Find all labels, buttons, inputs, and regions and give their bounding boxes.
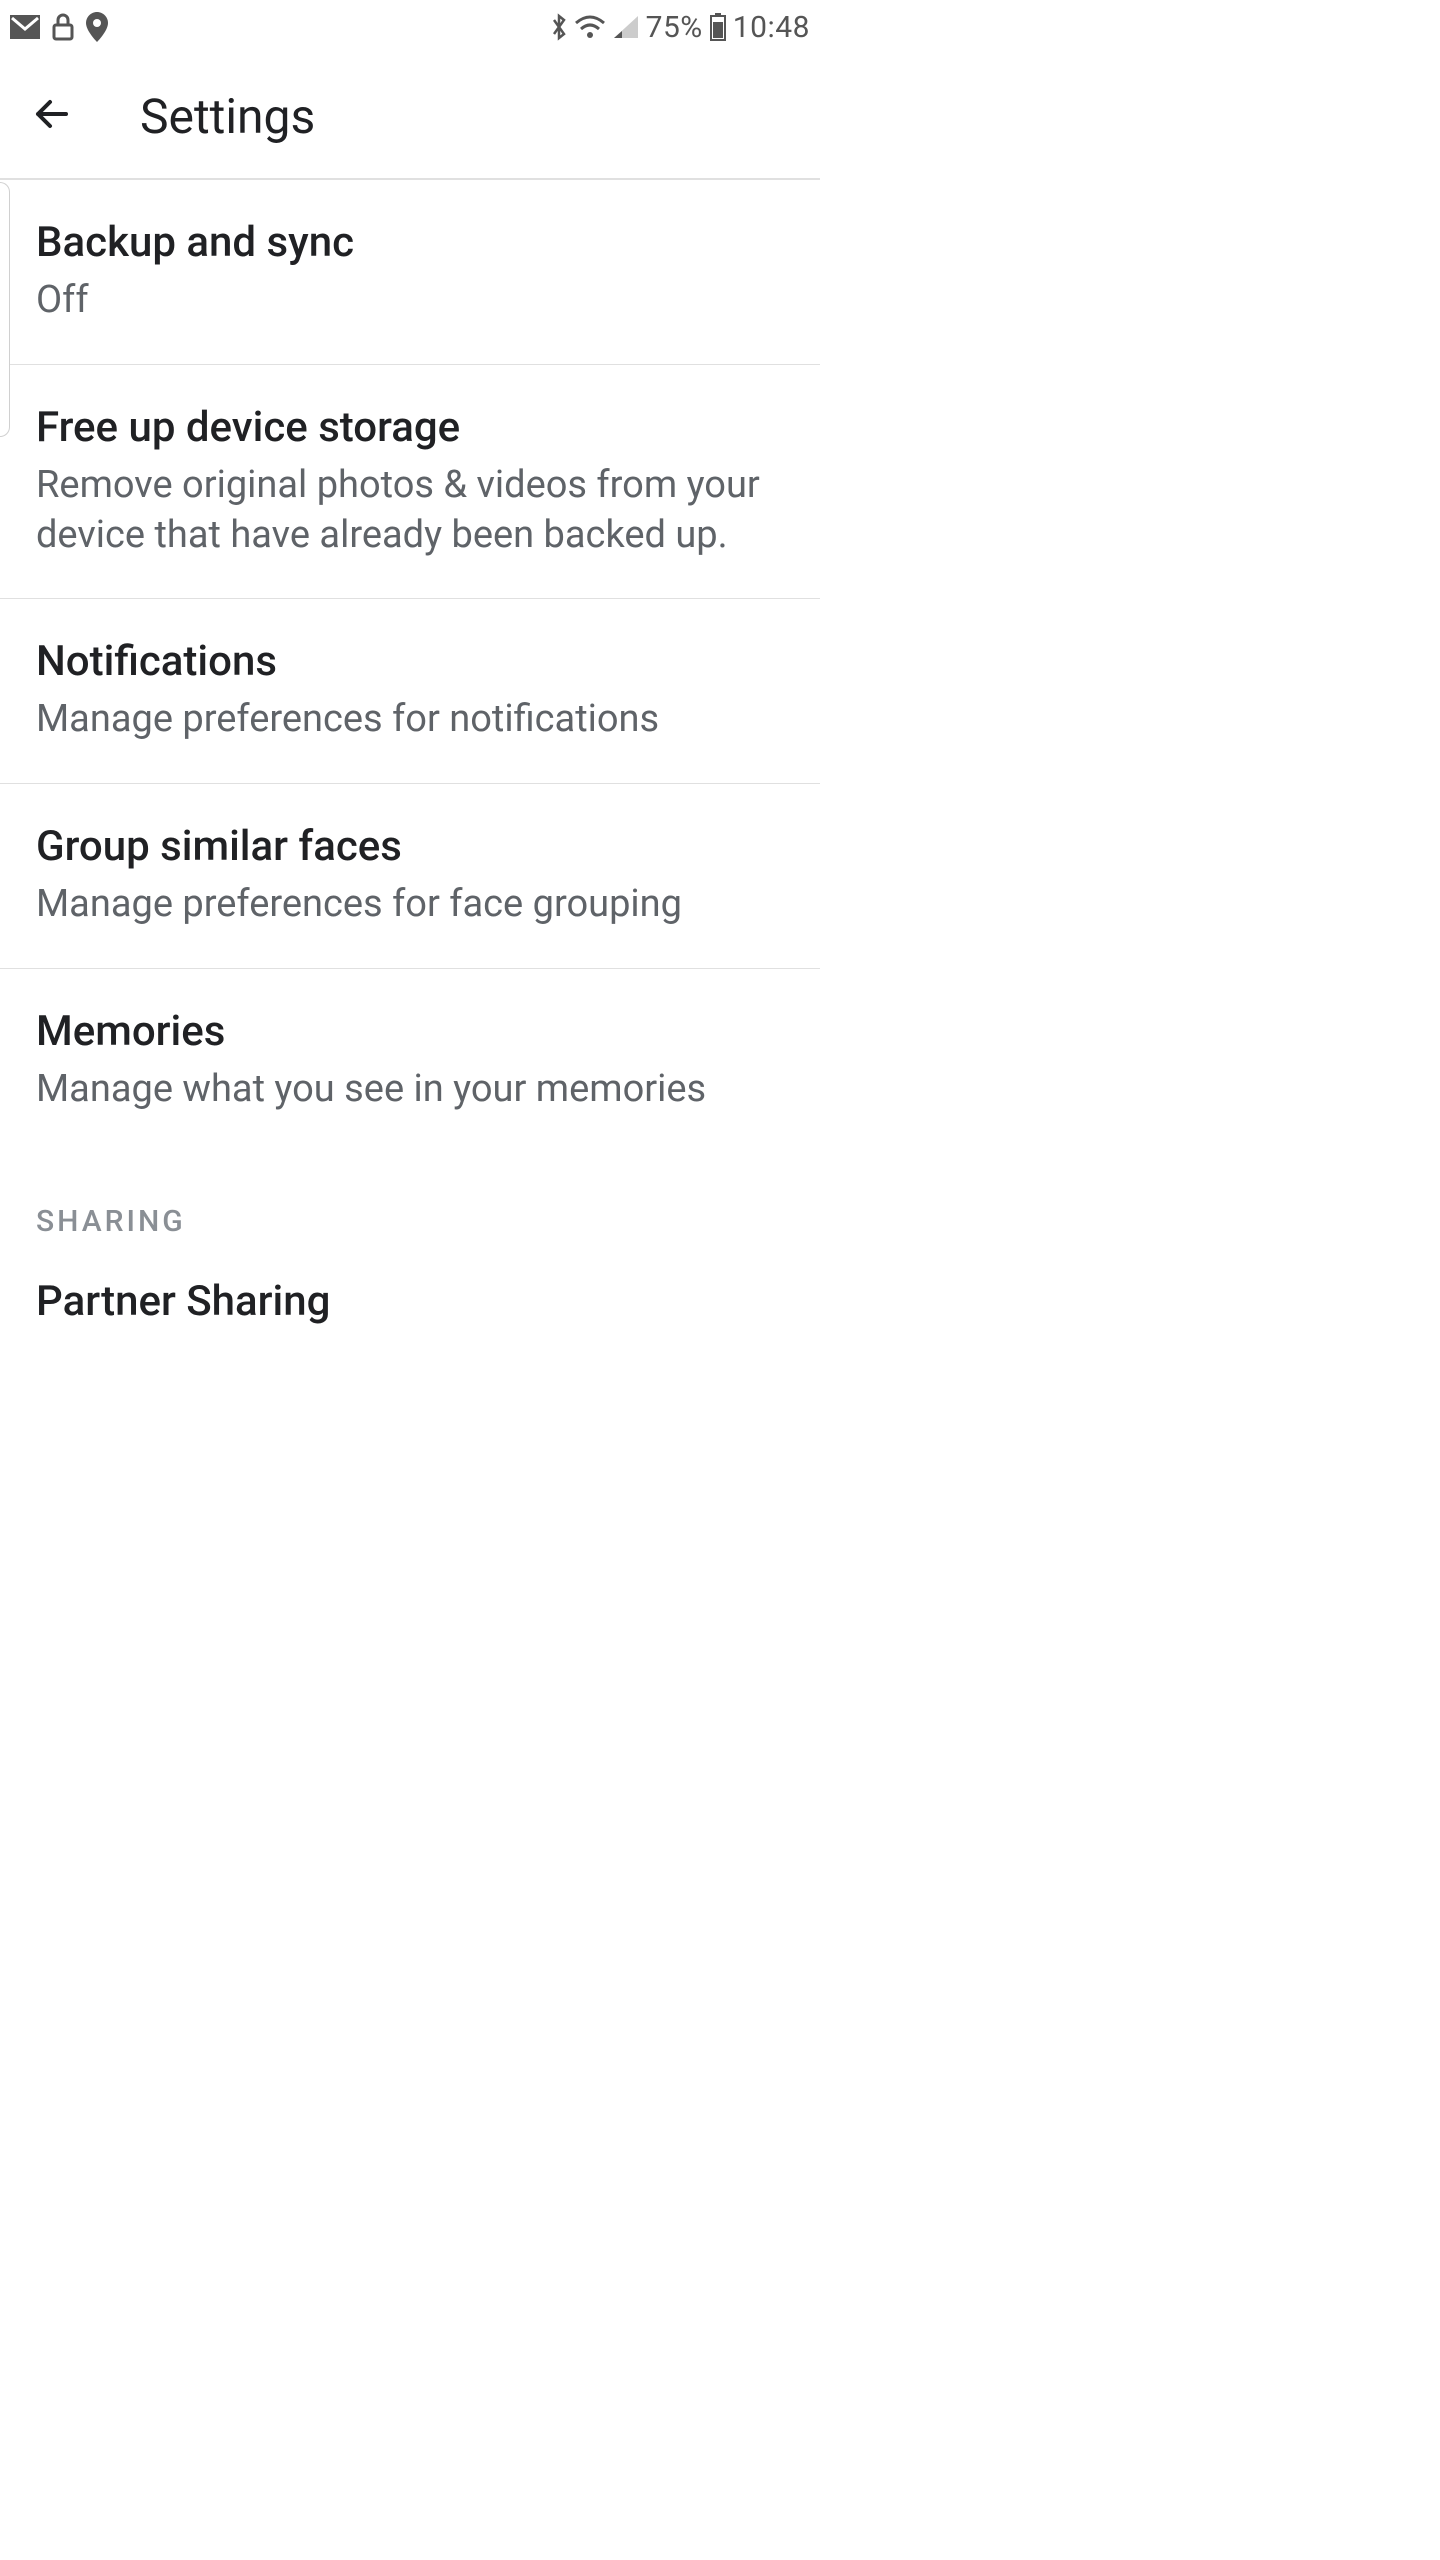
setting-title: Backup and sync <box>36 218 784 268</box>
bluetooth-icon <box>550 12 568 42</box>
setting-subtitle: Manage what you see in your memories <box>36 1065 784 1114</box>
app-bar: Settings <box>0 54 820 180</box>
battery-icon <box>709 12 727 42</box>
setting-title: Partner Sharing <box>36 1277 784 1327</box>
status-bar: 75% 10:48 <box>0 0 820 54</box>
location-icon <box>86 12 108 42</box>
arrow-left-icon <box>30 92 74 140</box>
edge-tab[interactable] <box>0 182 10 437</box>
battery-percent: 75% <box>646 10 703 45</box>
status-right: 75% 10:48 <box>550 10 810 45</box>
mail-icon <box>10 15 40 39</box>
setting-title: Memories <box>36 1007 784 1057</box>
signal-icon <box>612 14 640 40</box>
page-title: Settings <box>140 88 315 145</box>
setting-subtitle: Remove original photos & videos from you… <box>36 461 784 560</box>
setting-title: Free up device storage <box>36 403 784 453</box>
setting-title: Group similar faces <box>36 822 784 872</box>
setting-subtitle: Manage preferences for notifications <box>36 695 784 744</box>
setting-subtitle: Manage preferences for face grouping <box>36 880 784 929</box>
setting-backup-sync[interactable]: Backup and sync Off <box>0 180 820 365</box>
setting-partner-sharing[interactable]: Partner Sharing <box>0 1239 820 1327</box>
setting-free-up-storage[interactable]: Free up device storage Remove original p… <box>0 365 820 599</box>
setting-group-faces[interactable]: Group similar faces Manage preferences f… <box>0 784 820 969</box>
setting-notifications[interactable]: Notifications Manage preferences for not… <box>0 599 820 784</box>
status-left-icons <box>10 12 108 42</box>
setting-memories[interactable]: Memories Manage what you see in your mem… <box>0 969 820 1153</box>
setting-title: Notifications <box>36 637 784 687</box>
section-header-sharing: SHARING <box>0 1152 820 1239</box>
back-button[interactable] <box>24 88 80 144</box>
setting-subtitle: Off <box>36 276 784 325</box>
clock-time: 10:48 <box>733 10 810 45</box>
settings-list: Backup and sync Off Free up device stora… <box>0 180 820 1328</box>
wifi-icon <box>574 15 606 39</box>
lock-icon <box>52 13 74 41</box>
